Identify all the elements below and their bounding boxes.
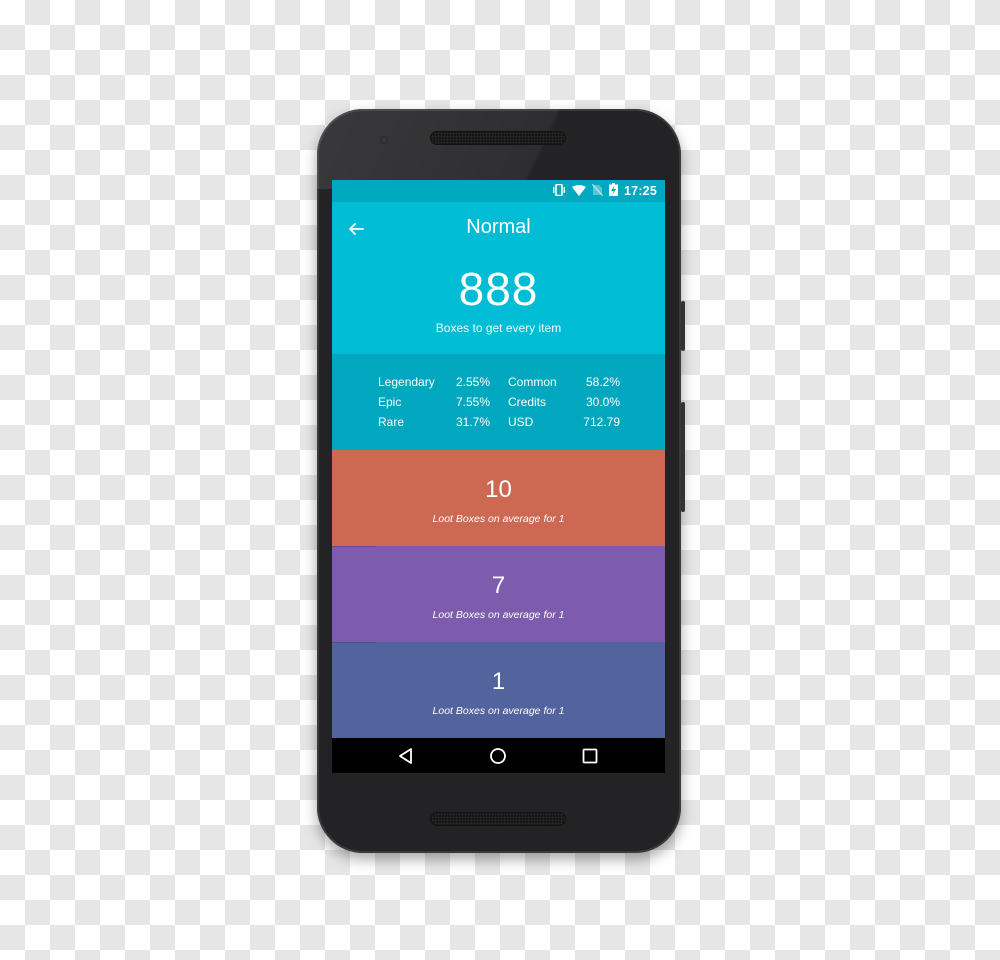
battery-charging-icon: [609, 183, 619, 199]
wifi-icon: [572, 184, 587, 199]
stat-value: 31.7%: [455, 415, 490, 429]
nav-home-button[interactable]: [488, 746, 508, 766]
loot-card-value: 7: [491, 572, 506, 599]
stat-label: Rare: [378, 415, 405, 429]
stat-label: Epic: [378, 395, 402, 409]
nav-back-button[interactable]: [396, 746, 416, 766]
phone-frame: 17:25 Normal 888 Boxes to get every item…: [317, 109, 681, 853]
stat-value: 30.0%: [585, 395, 620, 409]
stat-value: 2.55%: [455, 375, 490, 389]
no-sim-icon: [591, 183, 604, 199]
boxes-subtitle: Boxes to get every item: [435, 321, 562, 335]
loot-card-purple[interactable]: 7 Loot Boxes on average for 1: [332, 546, 665, 642]
nav-recents-button[interactable]: [580, 746, 600, 766]
loot-card-value: 1: [491, 668, 506, 695]
boxes-count: 888: [458, 263, 539, 315]
earpiece-speaker: [431, 132, 565, 144]
back-triangle-icon: [396, 748, 416, 770]
stat-value: 58.2%: [585, 375, 620, 389]
home-circle-icon: [488, 748, 508, 770]
loot-card-caption: Loot Boxes on average for 1: [432, 609, 565, 621]
status-time: 17:25: [624, 184, 657, 198]
stat-label: USD: [508, 415, 534, 429]
loot-card-orange[interactable]: 10 Loot Boxes on average for 1: [332, 450, 665, 546]
volume-rocker[interactable]: [681, 402, 685, 512]
bottom-speaker: [431, 813, 565, 825]
navigation-bar: [332, 738, 665, 773]
vibrate-icon: [552, 183, 566, 199]
screen: 17:25 Normal 888 Boxes to get every item…: [332, 180, 665, 773]
stat-label: Common: [508, 375, 557, 389]
recents-square-icon: [580, 748, 600, 770]
loot-card-caption: Loot Boxes on average for 1: [432, 513, 565, 525]
stat-value: 7.55%: [455, 395, 490, 409]
card-divider: [332, 642, 376, 643]
front-camera: [380, 136, 388, 144]
stat-label: Legendary: [378, 375, 435, 389]
stat-label: Credits: [508, 395, 547, 409]
loot-card-caption: Loot Boxes on average for 1: [432, 705, 565, 717]
card-divider: [332, 546, 376, 547]
stat-value: 712.79: [583, 415, 620, 429]
power-button[interactable]: [681, 301, 685, 351]
loot-card-value: 10: [485, 476, 512, 503]
status-bar: 17:25: [332, 180, 665, 202]
loot-card-blue[interactable]: 1 Loot Boxes on average for 1: [332, 642, 665, 738]
rarity-stats: Legendary 2.55% Common 58.2% Epic 7.55% …: [332, 354, 665, 450]
glass-reflection: [317, 109, 681, 189]
summary-header: Normal 888 Boxes to get every item: [332, 202, 665, 354]
page-title: Normal: [466, 216, 531, 238]
